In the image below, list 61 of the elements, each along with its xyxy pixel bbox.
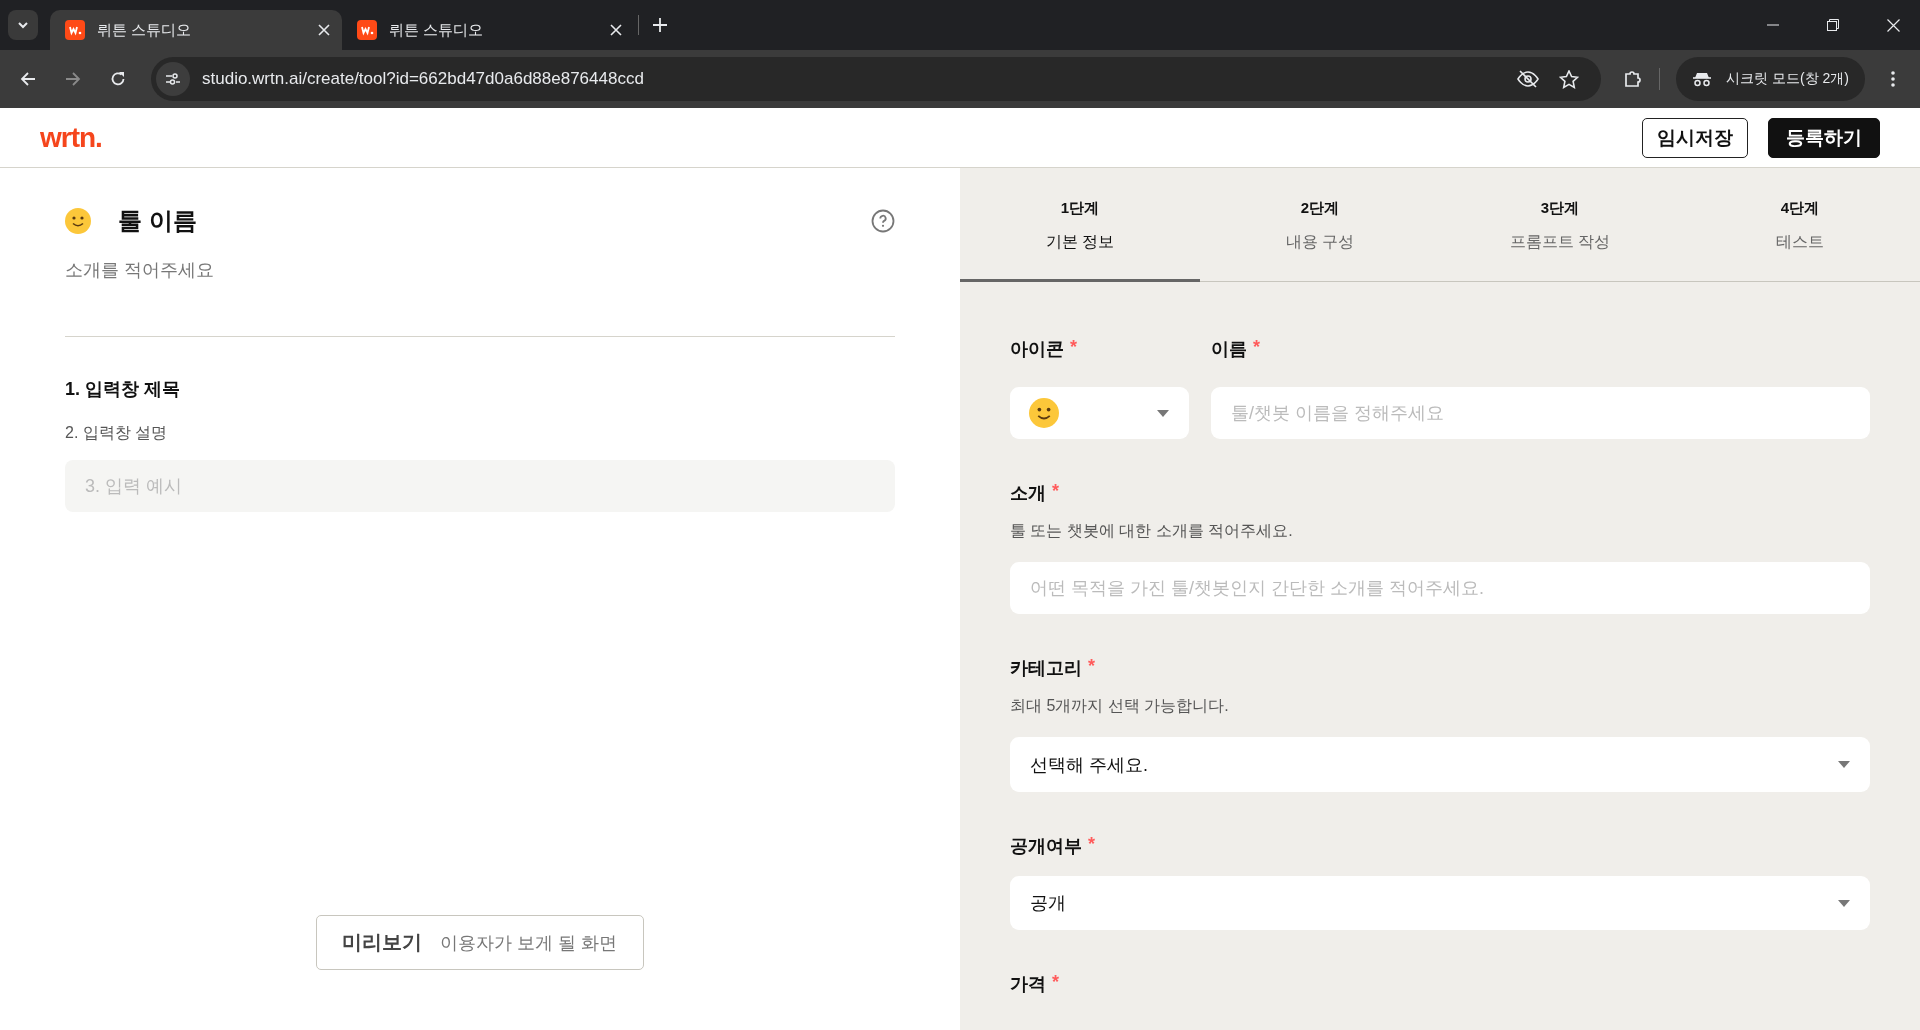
smiley-icon bbox=[65, 208, 91, 234]
field-label: 카테고리 bbox=[1010, 657, 1082, 680]
field-help-text: 툴 또는 챗봇에 대한 소개를 적어주세요. bbox=[1010, 521, 1294, 541]
field-label: 공개여부 bbox=[1010, 835, 1082, 858]
preview-button[interactable]: 미리보기 이용자가 보게 될 화면 bbox=[316, 915, 644, 970]
step-tab[interactable]: 3단계 프롬프트 작성 bbox=[1440, 168, 1680, 282]
incognito-profile-button[interactable]: 시크릿 모드(창 2개) bbox=[1676, 57, 1865, 101]
restore-icon[interactable] bbox=[1827, 19, 1839, 31]
logo[interactable]: wrtn. bbox=[40, 121, 102, 154]
back-icon[interactable] bbox=[20, 71, 36, 87]
url-text: studio.wrtn.ai/create/tool?id=662bd47d0a6d88e876448ccd bbox=[202, 69, 644, 89]
star-icon[interactable] bbox=[1559, 69, 1579, 89]
required-mark: * bbox=[1052, 481, 1059, 503]
input-description: 2. 입력창 설명 bbox=[65, 423, 169, 443]
intro-input-field[interactable]: 어떤 목적을 가진 툴/챗봇인지 간단한 소개를 적어주세요. bbox=[1010, 562, 1870, 614]
browser-tab[interactable]: 뤼튼 스튜디오 bbox=[342, 10, 634, 50]
caret-icon bbox=[1157, 409, 1169, 417]
tab-title: 뤼튼 스튜디오 bbox=[389, 20, 485, 40]
caret-icon bbox=[1838, 761, 1850, 768]
example-input-field[interactable]: 3. 입력 예시 bbox=[65, 460, 895, 512]
required-mark: * bbox=[1088, 656, 1095, 678]
more-menu-icon[interactable] bbox=[1890, 71, 1895, 87]
step-tab[interactable]: 2단계 내용 구성 bbox=[1200, 168, 1440, 282]
required-mark: * bbox=[1052, 972, 1059, 994]
tool-name: 툴 이름 bbox=[118, 206, 197, 236]
required-mark: * bbox=[1253, 337, 1260, 359]
field-label: 소개 bbox=[1010, 482, 1046, 505]
name-input-field[interactable]: 툴/챗봇 이름을 정해주세요 bbox=[1211, 387, 1870, 439]
smiley-icon bbox=[1029, 398, 1059, 428]
close-icon[interactable] bbox=[1887, 18, 1900, 32]
step-tab[interactable]: 1단계 기본 정보 bbox=[960, 168, 1200, 282]
address-bar[interactable]: studio.wrtn.ai/create/tool?id=662bd47d0a6d88e876448ccd bbox=[151, 57, 1601, 101]
incognito-icon bbox=[1692, 71, 1712, 87]
puzzle-icon[interactable] bbox=[1623, 69, 1643, 89]
field-help-text: 최대 5개까지 선택 가능합니다. bbox=[1010, 696, 1230, 716]
new-tab-icon[interactable] bbox=[653, 18, 667, 32]
forward-icon[interactable] bbox=[65, 71, 81, 87]
site-settings-icon[interactable] bbox=[156, 62, 190, 96]
required-mark: * bbox=[1088, 834, 1095, 856]
field-label: 이름 bbox=[1211, 338, 1247, 361]
tab-search-button[interactable] bbox=[8, 10, 38, 40]
dropdown[interactable]: 공개 bbox=[1010, 876, 1870, 930]
input-title: 1. 입력창 제목 bbox=[65, 378, 181, 401]
header-button[interactable]: 등록하기 bbox=[1768, 117, 1880, 158]
favicon-icon bbox=[357, 20, 377, 40]
dropdown[interactable]: 선택해 주세요. bbox=[1010, 737, 1870, 792]
close-icon[interactable] bbox=[610, 24, 622, 36]
close-icon[interactable] bbox=[318, 24, 330, 36]
browser-tab[interactable]: 뤼튼 스튜디오 bbox=[50, 10, 342, 50]
tool-intro: 소개를 적어주세요 bbox=[65, 259, 215, 282]
field-label: 가격 bbox=[1010, 973, 1046, 996]
required-mark: * bbox=[1070, 337, 1077, 359]
eye-off-icon[interactable] bbox=[1517, 70, 1539, 88]
reload-icon[interactable] bbox=[110, 71, 126, 87]
header-button[interactable]: 임시저장 bbox=[1642, 117, 1748, 158]
help-icon[interactable] bbox=[871, 209, 895, 233]
favicon-icon bbox=[65, 20, 85, 40]
step-tab[interactable]: 4단계 테스트 bbox=[1680, 168, 1920, 282]
field-label: 아이콘 bbox=[1010, 338, 1064, 361]
tab-title: 뤼튼 스튜디오 bbox=[97, 20, 193, 40]
caret-icon bbox=[1838, 899, 1850, 907]
